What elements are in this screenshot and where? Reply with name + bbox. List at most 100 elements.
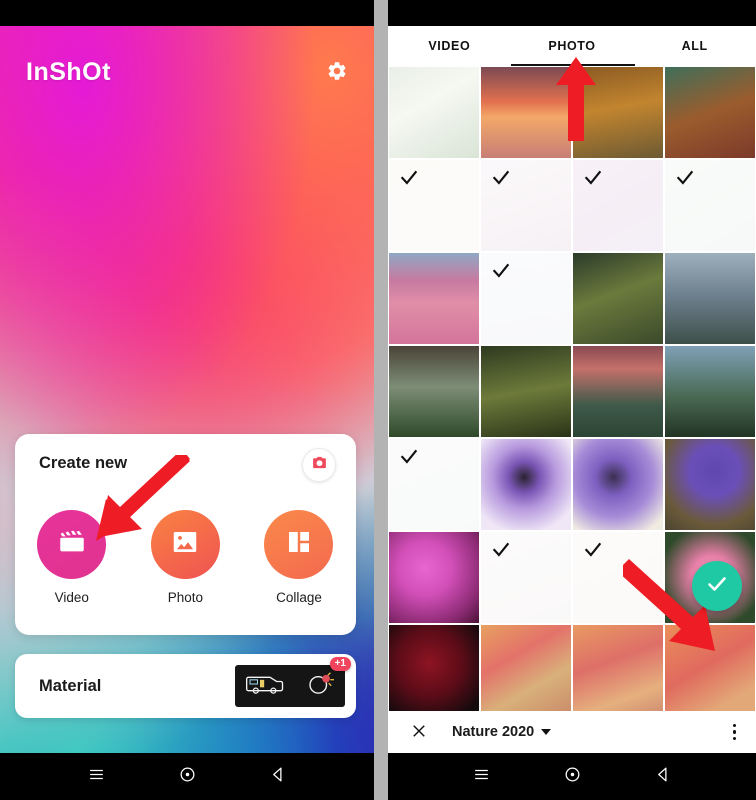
photo-cell-purple-daisies[interactable] bbox=[572, 159, 664, 252]
material-badge: +1 bbox=[329, 657, 351, 671]
tab-photo[interactable]: PHOTO bbox=[511, 39, 634, 53]
check-icon bbox=[399, 168, 419, 188]
close-button[interactable] bbox=[410, 722, 430, 742]
photo-thumbnail bbox=[389, 532, 479, 623]
left-phone-screen: InShOt Create new Video Photo Collage Ma… bbox=[0, 0, 374, 800]
photo-cell-sunset-blossom[interactable] bbox=[480, 66, 572, 159]
album-bottom-bar: Nature 2020 bbox=[388, 711, 756, 753]
photo-thumbnail bbox=[573, 253, 663, 344]
photo-thumbnail bbox=[481, 346, 571, 437]
gear-icon bbox=[326, 60, 348, 87]
photo-cell-dahlia-mix-2[interactable] bbox=[572, 624, 664, 712]
check-icon bbox=[399, 447, 419, 467]
kebab-menu-icon[interactable] bbox=[732, 723, 736, 741]
photo-thumbnail bbox=[573, 439, 663, 530]
camera-button[interactable] bbox=[302, 448, 336, 482]
photo-cell-pink-phlox[interactable] bbox=[388, 531, 480, 624]
home-icon[interactable] bbox=[178, 765, 197, 789]
create-video-action[interactable]: Video bbox=[15, 510, 129, 605]
home-icon[interactable] bbox=[563, 765, 582, 789]
create-actions: Video Photo Collage bbox=[15, 510, 356, 605]
create-new-title: Create new bbox=[39, 454, 128, 472]
check-icon bbox=[675, 168, 695, 188]
balloon-icon bbox=[305, 671, 335, 702]
image-icon bbox=[170, 527, 200, 562]
check-icon bbox=[705, 572, 729, 601]
photo-cell-lupine-field[interactable] bbox=[388, 252, 480, 345]
tab-all[interactable]: ALL bbox=[633, 39, 756, 53]
photo-cell-sun-rays-forest[interactable] bbox=[480, 345, 572, 438]
camera-icon bbox=[311, 454, 328, 476]
photo-cell-volcano-sunrise[interactable] bbox=[572, 345, 664, 438]
recents-icon[interactable] bbox=[87, 765, 106, 789]
photo-thumbnail bbox=[573, 67, 663, 158]
photo-thumbnail bbox=[389, 346, 479, 437]
photo-cell-dahlia-mix-1[interactable] bbox=[480, 624, 572, 712]
back-icon[interactable] bbox=[654, 765, 673, 789]
panel-divider bbox=[374, 0, 388, 800]
photo-cell-pale-lake[interactable] bbox=[388, 438, 480, 531]
recents-icon[interactable] bbox=[472, 765, 491, 789]
photo-cell-misty-mountain[interactable] bbox=[664, 252, 756, 345]
photo-cell-purple-pompoms[interactable] bbox=[664, 438, 756, 531]
photo-thumbnail bbox=[389, 625, 479, 712]
camper-van-icon bbox=[245, 672, 285, 701]
video-button[interactable] bbox=[37, 510, 107, 579]
check-icon bbox=[491, 261, 511, 281]
photo-thumbnail bbox=[481, 439, 571, 530]
create-photo-action[interactable]: Photo bbox=[129, 510, 243, 605]
photo-cell-dahlia-mix-3[interactable] bbox=[664, 624, 756, 712]
chevron-down-icon[interactable] bbox=[541, 729, 552, 735]
photo-cell-white-rose[interactable] bbox=[572, 531, 664, 624]
collage-icon bbox=[284, 527, 314, 562]
photo-thumbnail bbox=[481, 625, 571, 712]
photo-cell-white-bloom-1[interactable] bbox=[388, 159, 480, 252]
photo-thumbnail bbox=[665, 625, 755, 712]
photo-cell-red-rose[interactable] bbox=[388, 624, 480, 712]
photo-thumbnail bbox=[389, 67, 479, 158]
material-card[interactable]: Material +1 bbox=[15, 654, 356, 718]
photo-thumbnail bbox=[481, 67, 571, 158]
photo-cell-autumn-path[interactable] bbox=[572, 66, 664, 159]
photo-cell-lavender-walker[interactable] bbox=[480, 252, 572, 345]
check-icon bbox=[583, 168, 603, 188]
material-thumbnail[interactable]: +1 bbox=[235, 657, 351, 707]
photo-cell-snowy-road[interactable] bbox=[388, 66, 480, 159]
photo-button[interactable] bbox=[150, 510, 220, 579]
photo-cell-oak-alley[interactable] bbox=[572, 252, 664, 345]
photo-grid[interactable] bbox=[388, 66, 756, 712]
video-clapperboard-icon bbox=[57, 527, 87, 562]
photo-cell-purple-anemone-2[interactable] bbox=[572, 438, 664, 531]
collage-label: Collage bbox=[276, 590, 322, 605]
photo-cell-autumn-forest[interactable] bbox=[664, 66, 756, 159]
photo-thumbnail bbox=[573, 625, 663, 712]
check-icon bbox=[491, 540, 511, 560]
app-logo: InShOt bbox=[26, 58, 111, 86]
photo-thumbnail bbox=[389, 253, 479, 344]
photo-cell-waterfall[interactable] bbox=[388, 345, 480, 438]
photo-cell-white-hibiscus[interactable] bbox=[480, 531, 572, 624]
photo-thumbnail bbox=[573, 346, 663, 437]
photo-thumbnail bbox=[665, 439, 755, 530]
tab-video[interactable]: VIDEO bbox=[388, 39, 511, 53]
photo-cell-mountain-pine[interactable] bbox=[664, 345, 756, 438]
photo-cell-purple-anemone-1[interactable] bbox=[480, 438, 572, 531]
create-new-card: Create new Video Photo Collage bbox=[15, 434, 356, 635]
screenshot-root: InShOt Create new Video Photo Collage Ma… bbox=[0, 0, 756, 800]
photo-thumbnail bbox=[665, 253, 755, 344]
album-name[interactable]: Nature 2020 bbox=[452, 724, 534, 740]
settings-button[interactable] bbox=[324, 60, 350, 86]
confirm-selection-button[interactable] bbox=[692, 561, 742, 611]
home-background bbox=[0, 26, 374, 753]
right-phone-screen: VIDEO PHOTO ALL Nature 2020 bbox=[388, 0, 756, 800]
collage-button[interactable] bbox=[264, 510, 334, 579]
android-navbar-left bbox=[0, 753, 374, 800]
video-label: Video bbox=[54, 590, 89, 605]
media-tabbar: VIDEO PHOTO ALL bbox=[388, 26, 756, 66]
photo-cell-pink-tulips[interactable] bbox=[480, 159, 572, 252]
check-icon bbox=[491, 168, 511, 188]
photo-cell-winter-branch[interactable] bbox=[664, 159, 756, 252]
photo-thumbnail bbox=[665, 346, 755, 437]
back-icon[interactable] bbox=[269, 765, 288, 789]
create-collage-action[interactable]: Collage bbox=[242, 510, 356, 605]
